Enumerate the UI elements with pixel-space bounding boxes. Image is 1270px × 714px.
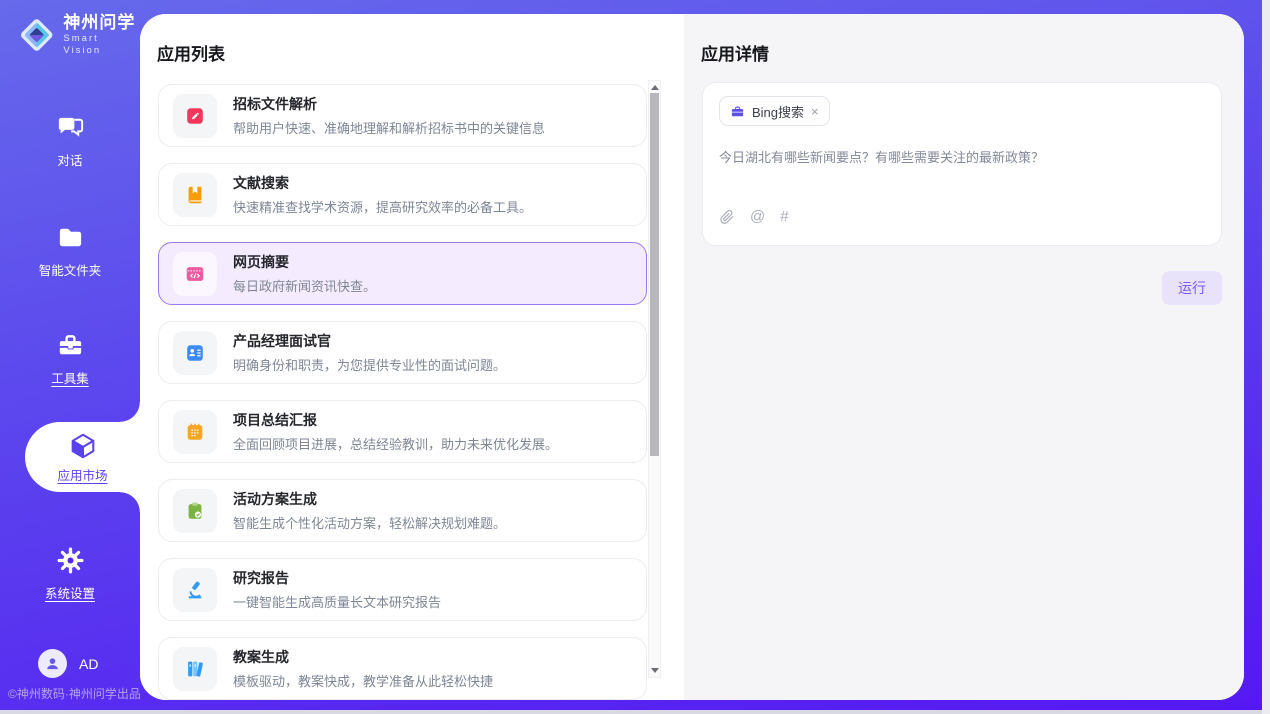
run-button[interactable]: 运行 bbox=[1162, 271, 1222, 305]
app-detail-title: 应用详情 bbox=[701, 40, 769, 65]
app-card-pm-interviewer[interactable]: 产品经理面试官 明确身份和职责，为您提供专业性的面试问题。 bbox=[158, 321, 647, 384]
gear-icon bbox=[55, 545, 86, 576]
app-card-desc: 帮助用户快速、准确地理解和解析招标书中的关键信息 bbox=[233, 118, 545, 137]
app-card-project-summary[interactable]: 项目总结汇报 全面回顾项目进展，总结经验教训，助力未来优化发展。 bbox=[158, 400, 647, 463]
books-icon bbox=[184, 658, 206, 680]
person-icon bbox=[44, 655, 61, 672]
diamond-logo-icon bbox=[16, 14, 57, 56]
scrollbar-up-arrow-icon[interactable] bbox=[651, 85, 659, 90]
app-card-desc: 快速精准查找学术资源，提高研究效率的必备工具。 bbox=[233, 197, 532, 216]
briefcase-icon bbox=[730, 104, 745, 119]
app-icon-tile bbox=[173, 252, 217, 296]
browser-code-icon bbox=[184, 263, 206, 285]
chat-icon bbox=[55, 112, 86, 143]
prompt-input[interactable]: 今日湖北有哪些新闻要点？有哪些需要关注的最新政策？ bbox=[719, 148, 1205, 206]
hash-tag-icon[interactable]: # bbox=[780, 208, 788, 225]
sidebar-item-app-market[interactable]: 应用市场 bbox=[25, 422, 140, 492]
sidebar-item-label: 对话 bbox=[57, 150, 82, 169]
tag-close-icon[interactable]: × bbox=[811, 105, 819, 118]
app-card-research-report[interactable]: 研究报告 一键智能生成高质量长文本研究报告 bbox=[158, 558, 647, 621]
notepad-icon bbox=[184, 421, 206, 443]
app-icon-tile bbox=[173, 489, 217, 533]
folder-icon bbox=[55, 222, 86, 253]
copyright-text: ©神州数码·神州问学出品 bbox=[8, 685, 141, 702]
app-icon-tile bbox=[173, 331, 217, 375]
app-card-title: 活动方案生成 bbox=[233, 489, 506, 509]
app-card-title: 产品经理面试官 bbox=[233, 331, 506, 351]
brand-name: 神州问学 bbox=[63, 13, 140, 33]
sidebar-item-label: 系统设置 bbox=[45, 583, 95, 602]
app-icon-tile bbox=[173, 94, 217, 138]
page-scrollbar[interactable] bbox=[1262, 0, 1270, 714]
sidebar-item-label: 工具集 bbox=[51, 368, 89, 387]
sidebar-item-settings[interactable]: 系统设置 bbox=[0, 545, 140, 602]
brand-tagline: Smart Vision bbox=[63, 33, 140, 57]
main-panel: 应用列表 招标文件解析 帮助用户快速、准确地理解和解析招标书中的关键信息 bbox=[140, 14, 1244, 700]
at-mention-icon[interactable]: @ bbox=[750, 208, 765, 225]
doc-edit-icon bbox=[184, 105, 206, 127]
app-card-desc: 明确身份和职责，为您提供专业性的面试问题。 bbox=[233, 355, 506, 374]
page-bottom-edge bbox=[0, 710, 1262, 714]
app-card-web-summary[interactable]: 网页摘要 每日政府新闻资讯快查。 bbox=[158, 242, 647, 305]
sidebar-item-toolset[interactable]: 工具集 bbox=[0, 330, 140, 387]
paperclip-icon[interactable] bbox=[719, 209, 735, 225]
clipboard-check-icon bbox=[184, 500, 206, 522]
scrollbar-down-arrow-icon[interactable] bbox=[651, 668, 659, 673]
microscope-icon bbox=[184, 579, 206, 601]
sidebar-item-chat[interactable]: 对话 bbox=[0, 112, 140, 169]
attachment-toolbar: @ # bbox=[719, 208, 1205, 225]
cube-icon bbox=[68, 431, 98, 461]
resume-icon bbox=[184, 342, 206, 364]
app-card-title: 网页摘要 bbox=[233, 252, 376, 272]
app-icon-tile bbox=[173, 173, 217, 217]
app-card-desc: 一键智能生成高质量长文本研究报告 bbox=[233, 592, 441, 611]
app-card-bid-analysis[interactable]: 招标文件解析 帮助用户快速、准确地理解和解析招标书中的关键信息 bbox=[158, 84, 647, 147]
app-list-pane: 应用列表 招标文件解析 帮助用户快速、准确地理解和解析招标书中的关键信息 bbox=[140, 14, 684, 700]
user-name: AD bbox=[79, 656, 98, 672]
app-card-literature-search[interactable]: 文献搜索 快速精准查找学术资源，提高研究效率的必备工具。 bbox=[158, 163, 647, 226]
app-list-title: 应用列表 bbox=[157, 40, 225, 65]
sidebar-item-label: 智能文件夹 bbox=[39, 260, 102, 279]
app-card-title: 招标文件解析 bbox=[233, 94, 545, 114]
app-card-desc: 智能生成个性化活动方案，轻松解决规划难题。 bbox=[233, 513, 506, 532]
avatar bbox=[38, 649, 67, 678]
toolbox-icon bbox=[55, 330, 86, 361]
app-icon-tile bbox=[173, 647, 217, 691]
scrollbar-thumb[interactable] bbox=[650, 93, 659, 456]
sidebar: 神州问学 Smart Vision 对话 智能文件夹 工具集 bbox=[0, 0, 140, 714]
list-scrollbar[interactable] bbox=[648, 80, 661, 678]
book-icon bbox=[184, 184, 206, 206]
app-card-event-plan[interactable]: 活动方案生成 智能生成个性化活动方案，轻松解决规划难题。 bbox=[158, 479, 647, 542]
app-card-lesson-plan[interactable]: 教案生成 模板驱动，教案快成，教学准备从此轻松快捷 bbox=[158, 637, 647, 700]
app-card-title: 文献搜索 bbox=[233, 173, 532, 193]
brand-logo: 神州问学 Smart Vision bbox=[16, 13, 140, 57]
prompt-card: Bing搜索 × 今日湖北有哪些新闻要点？有哪些需要关注的最新政策？ @ # bbox=[702, 82, 1222, 246]
app-card-list: 招标文件解析 帮助用户快速、准确地理解和解析招标书中的关键信息 文献搜索 快速精… bbox=[158, 84, 647, 700]
app-icon-tile bbox=[173, 410, 217, 454]
app-icon-tile bbox=[173, 568, 217, 612]
sidebar-item-smart-folder[interactable]: 智能文件夹 bbox=[0, 222, 140, 279]
app-card-title: 项目总结汇报 bbox=[233, 410, 558, 430]
app-card-desc: 模板驱动，教案快成，教学准备从此轻松快捷 bbox=[233, 671, 493, 690]
user-account[interactable]: AD bbox=[38, 649, 98, 678]
app-card-desc: 全面回顾项目进展，总结经验教训，助力未来优化发展。 bbox=[233, 434, 558, 453]
app-card-title: 研究报告 bbox=[233, 568, 441, 588]
app-card-desc: 每日政府新闻资讯快查。 bbox=[233, 276, 376, 295]
sidebar-item-label: 应用市场 bbox=[57, 465, 107, 484]
tool-tag-bing-search[interactable]: Bing搜索 × bbox=[719, 96, 830, 126]
app-card-title: 教案生成 bbox=[233, 647, 493, 667]
app-detail-pane: 应用详情 Bing搜索 × 今日湖北有哪些新闻要点？有哪些需要关注的最新政策？ … bbox=[684, 14, 1244, 700]
tool-tag-label: Bing搜索 bbox=[752, 102, 804, 121]
